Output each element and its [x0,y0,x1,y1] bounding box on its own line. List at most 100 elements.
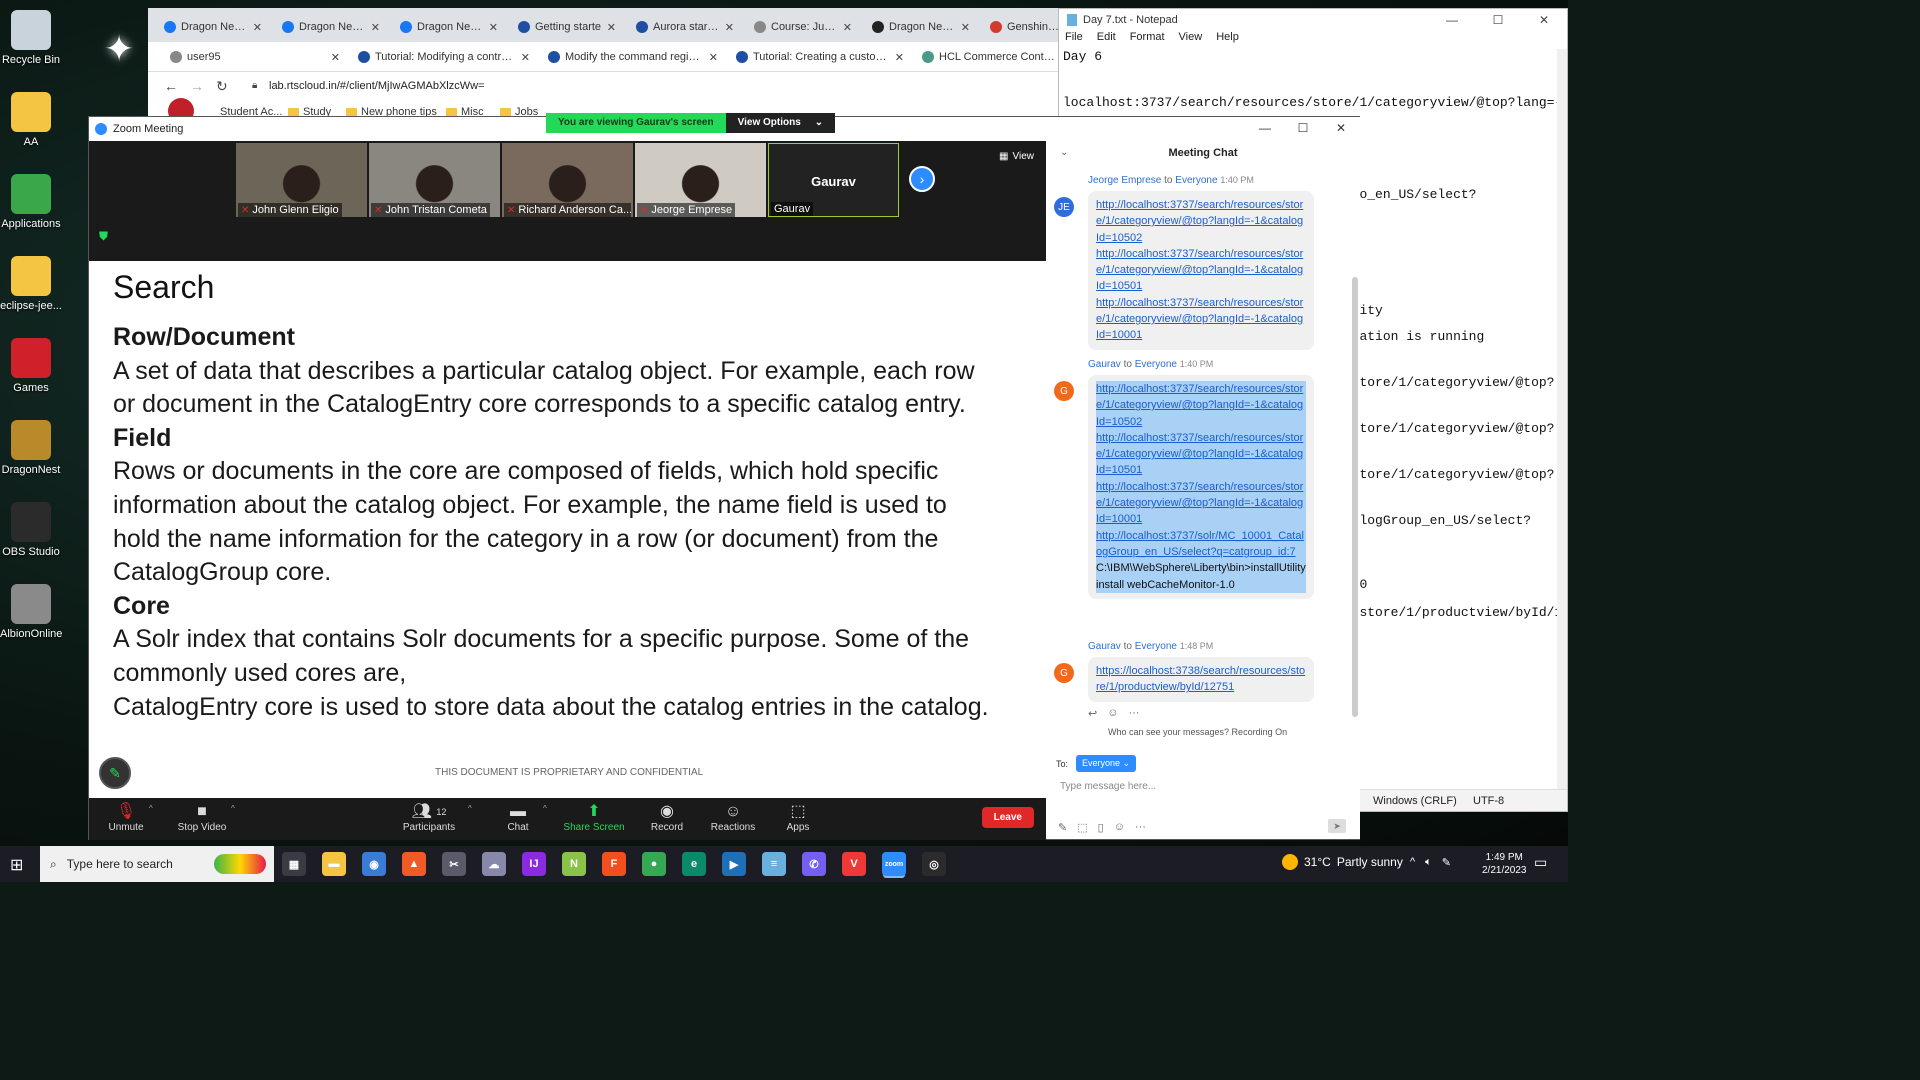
close-tab-icon[interactable]: ✕ [895,51,904,64]
close-tab-icon[interactable]: ✕ [607,21,616,34]
browser-tab[interactable]: Tutorial: Creating a custom cac ✕ [728,46,912,68]
minimize-icon[interactable]: — [1246,117,1284,139]
notepad-menu-item[interactable]: Help [1216,31,1239,49]
leave-button[interactable]: Leave [981,807,1034,828]
notepad-scrollbar[interactable] [1557,49,1567,789]
chrome-icon[interactable]: ● [642,852,666,876]
figma-icon[interactable]: F [602,852,626,876]
notepad-menu-item[interactable]: Edit [1097,31,1116,49]
close-icon[interactable]: ✕ [1521,9,1567,31]
address-input[interactable]: lab.rtscloud.in/#/client/MjIwAGMAbXlzcWw… [269,80,484,92]
chevron-up-icon[interactable]: ^ [1410,856,1415,869]
caret-up-icon[interactable]: ^ [149,804,153,813]
notepad-menu-item[interactable]: View [1179,31,1203,49]
chat-link[interactable]: http://localhost:3737/solr/MC_10001_Cata… [1096,527,1306,561]
desktop-icon[interactable]: OBS Studio [0,502,62,558]
notifications-icon[interactable]: ▭ [1534,854,1547,871]
reactions-button[interactable]: ☺ Reactions [698,802,768,833]
browser-tab[interactable]: Getting starte ✕ [510,16,624,38]
desktop-icon[interactable]: eclipse-jee... [0,256,62,312]
share-screen-button[interactable]: ⬆ Share Screen [559,802,629,833]
notepad-menu-item[interactable]: Format [1130,31,1165,49]
desktop-icon[interactable]: AA [0,92,62,148]
close-tab-icon[interactable]: ✕ [489,21,498,34]
browser-tab[interactable]: Modify the command registry ✕ [540,46,726,68]
recipient-name[interactable]: Everyone [1135,641,1177,652]
weather-widget[interactable]: 31°C Partly sunny [1282,854,1403,870]
caret-up-icon[interactable]: ^ [468,804,472,813]
browser-tab[interactable]: user95 ✕ [162,46,348,68]
volume-icon[interactable]: 🔈︎ [1425,856,1432,869]
chat-link[interactable]: https://localhost:3738/search/resources/… [1096,663,1306,696]
privacy-note[interactable]: Who can see your messages? Recording On [1108,727,1287,737]
close-tab-icon[interactable]: ✕ [331,51,340,64]
desktop-icon[interactable]: Games [0,338,62,394]
close-tab-icon[interactable]: ✕ [843,21,852,34]
forward-icon[interactable]: → [190,78,204,94]
next-page-icon[interactable]: › [909,166,935,192]
recipient-name[interactable]: Everyone [1175,175,1217,186]
screenshot-icon[interactable]: ⬚ [1077,821,1087,834]
caret-up-icon[interactable]: ^ [231,804,235,813]
chat-scrollbar[interactable] [1352,277,1358,717]
chat-link[interactable]: http://localhost:3737/search/resources/s… [1096,429,1306,479]
desktop-icon[interactable]: Recycle Bin [0,10,62,66]
chat-link[interactable]: http://localhost:3737/search/resources/s… [1096,246,1306,295]
obs-icon[interactable]: ◎ [922,852,946,876]
unmute-button[interactable]: 🎙︎ Unmute ^ [91,802,161,833]
browser-tab[interactable]: Dragon Nest P ✕ [156,16,270,38]
participant-tile[interactable]: ✕ Jeorge Emprese [635,143,766,217]
desktop-icon[interactable]: Applications [0,174,62,230]
record-button[interactable]: ◉ Record [632,802,702,833]
participant-tile[interactable]: Gaurav Gaurav [768,143,899,217]
view-options-button[interactable]: View Options ⌄ [725,113,836,133]
chat-link[interactable]: http://localhost:3737/search/resources/s… [1096,197,1306,246]
notepad-menu-item[interactable]: File [1065,31,1083,49]
more-icon[interactable]: ··· [1135,821,1146,834]
participant-tile[interactable]: ✕ Richard Anderson Ca... [502,143,633,217]
pen-icon[interactable]: ✎ [1442,856,1451,869]
file-explorer-icon[interactable]: ▬ [322,852,346,876]
browser-tab[interactable]: Dragon Nest S ✕ [392,16,506,38]
close-tab-icon[interactable]: ✕ [725,21,734,34]
edge-icon[interactable]: e [682,852,706,876]
app-blue-icon[interactable]: ▶ [722,852,746,876]
participant-tile[interactable]: ✕ John Tristan Cometa [369,143,500,217]
maximize-icon[interactable]: ☐ [1284,117,1322,139]
participants-button[interactable]: 👥︎ 12 Participants ^ [394,802,472,833]
chat-link[interactable]: http://localhost:3737/search/resources/s… [1096,381,1306,430]
browser-tab[interactable]: Dragon Nest - ✕ [864,16,978,38]
shield-icon[interactable]: ⛊ [99,229,108,244]
close-icon[interactable]: ✕ [1322,117,1360,139]
recipient-name[interactable]: Everyone [1135,359,1177,370]
chevron-down-icon[interactable]: ⌄ [1060,147,1068,158]
chat-link[interactable]: http://localhost:3737/search/resources/s… [1096,478,1306,528]
back-icon[interactable]: ← [164,78,178,94]
send-icon[interactable]: ➤ [1328,819,1346,833]
chat-input[interactable]: Type message here... [1060,781,1156,792]
reply-icon[interactable]: ↩ [1088,707,1097,720]
close-tab-icon[interactable]: ✕ [253,21,262,34]
browser-tab[interactable]: HCL Commerce ControllerC [914,46,1064,68]
minimize-icon[interactable]: — [1429,9,1475,31]
clock[interactable]: 1:49 PM 2/21/2023 [1482,851,1527,877]
emoji-icon[interactable]: ☺ [1114,821,1125,834]
browser-tab[interactable]: Tutorial: Modifying a controller ✕ [350,46,538,68]
caret-up-icon[interactable]: ^ [543,804,547,813]
app-cloud-icon[interactable]: ☁ [482,852,506,876]
vivaldi-icon[interactable]: V [842,852,866,876]
browser-tab[interactable]: Genshin Im [982,16,1068,38]
apps-button[interactable]: ⬚ Apps [763,802,833,833]
chat-link[interactable]: http://localhost:3737/search/resources/s… [1096,295,1306,344]
sender-name[interactable]: Gaurav [1088,641,1121,652]
annotate-pen-icon[interactable]: ✎ [99,757,131,789]
taskbar-search[interactable]: ⌕ Type here to search [40,846,274,882]
viber-icon[interactable]: ✆ [802,852,826,876]
chat-button[interactable]: ▬ Chat ^ [483,802,553,833]
maximize-icon[interactable]: ☐ [1475,9,1521,31]
close-tab-icon[interactable]: ✕ [521,51,530,64]
recipient-dropdown[interactable]: Everyone ⌄ [1076,755,1137,772]
notepad-icon[interactable]: ≡ [762,852,786,876]
add-reaction-icon[interactable]: ☺ [1107,707,1118,720]
close-tab-icon[interactable]: ✕ [961,21,970,34]
